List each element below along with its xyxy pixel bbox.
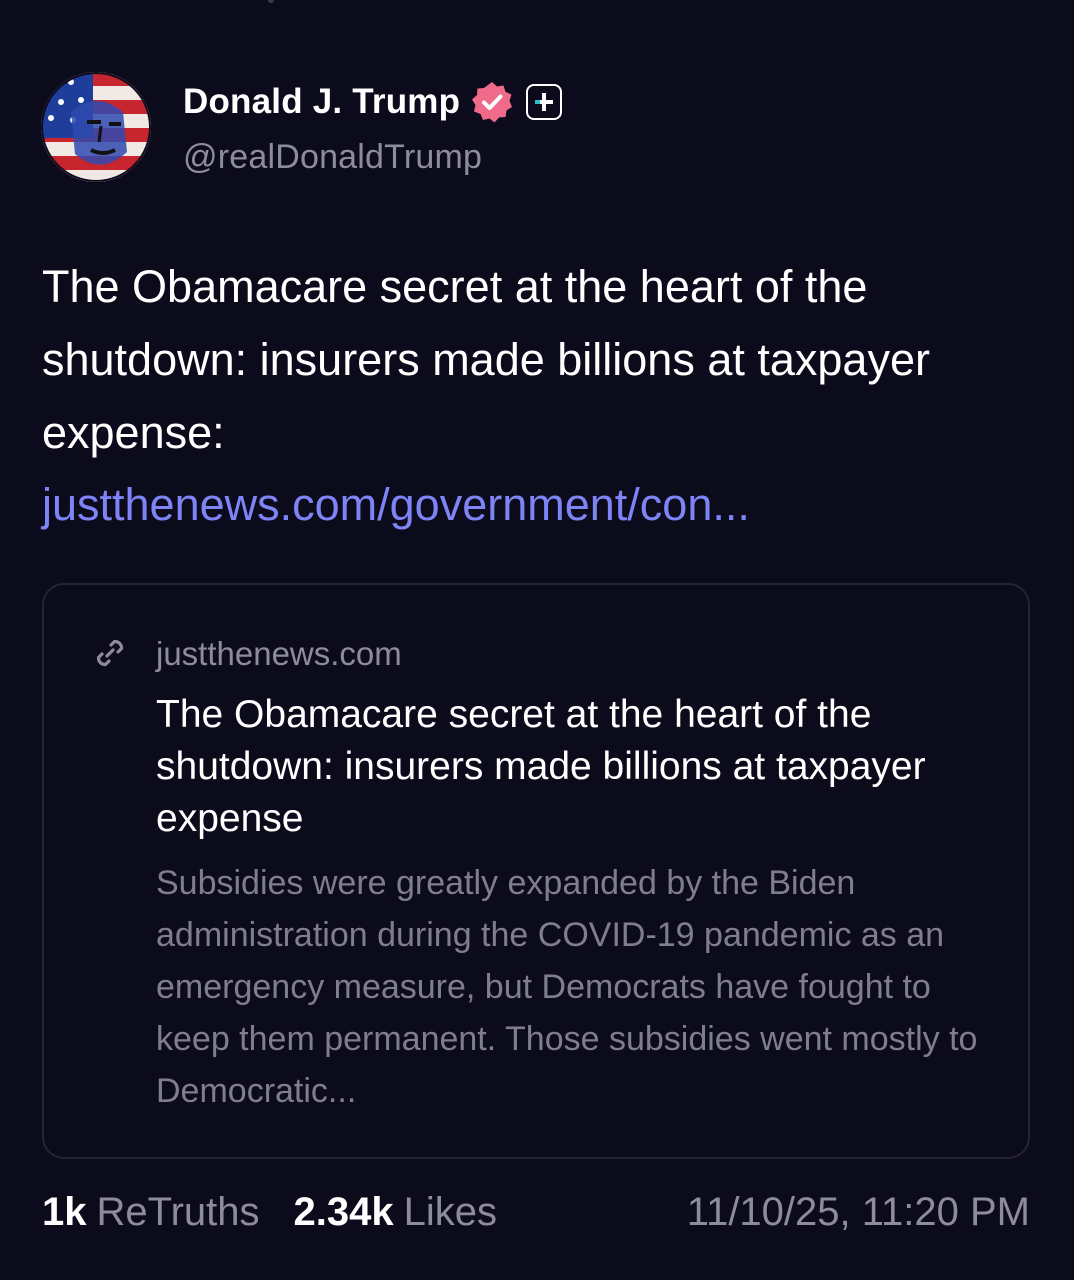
card-title: The Obamacare secret at the heart of the…: [156, 693, 926, 840]
card-description: Subsidies were greatly expanded by the B…: [156, 864, 978, 1110]
verified-badge-icon: [472, 82, 513, 123]
retruths-stat[interactable]: 1k ReTruths: [42, 1190, 260, 1235]
post-stats: 1k ReTruths 2.34k Likes: [42, 1186, 497, 1238]
likes-stat[interactable]: 2.34k Likes: [294, 1190, 498, 1235]
link-preview-card[interactable]: justthenews.com The Obamacare secret at …: [42, 583, 1030, 1159]
likes-count: 2.34k: [293, 1189, 394, 1234]
author-name-row: Donald J. Trump: [183, 80, 563, 124]
author-display-name[interactable]: Donald J. Trump: [183, 82, 460, 122]
author-handle[interactable]: @realDonaldTrump: [183, 138, 482, 177]
retruths-count: 1k: [42, 1189, 87, 1234]
avatar-image: [41, 72, 151, 182]
likes-label: Likes: [403, 1189, 498, 1234]
retruths-label: ReTruths: [96, 1189, 260, 1234]
card-domain: justthenews.com: [156, 635, 402, 672]
post-link[interactable]: justthenews.com/government/con...: [42, 468, 750, 541]
link-icon: [96, 639, 124, 667]
post-text: The Obamacare secret at the heart of the…: [42, 261, 930, 458]
top-edge-marker: [268, 0, 274, 3]
post-timestamp: 11/10/25, 11:20 PM: [686, 1189, 1030, 1234]
avatar[interactable]: [41, 72, 151, 182]
plus-badge-icon: [526, 84, 563, 120]
